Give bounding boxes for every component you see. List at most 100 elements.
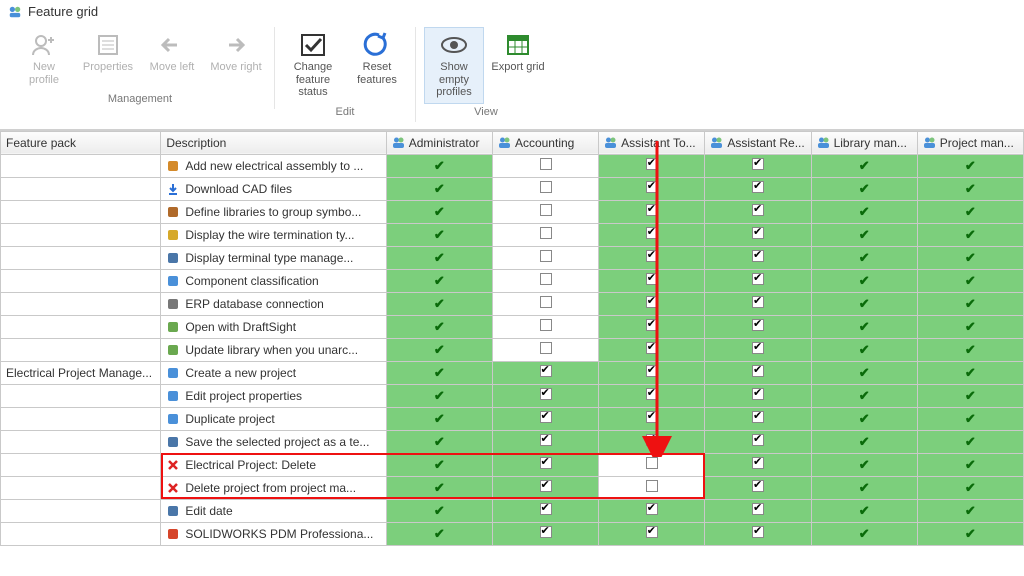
- column-header[interactable]: Project man...: [917, 131, 1023, 154]
- checkbox-checked[interactable]: [646, 411, 658, 423]
- permission-cell[interactable]: [705, 177, 811, 200]
- permission-cell[interactable]: [705, 453, 811, 476]
- permission-cell[interactable]: ✔: [386, 223, 492, 246]
- permission-cell[interactable]: [599, 177, 705, 200]
- permission-cell[interactable]: ✔: [386, 269, 492, 292]
- checkbox-checked[interactable]: [752, 250, 764, 262]
- permission-cell[interactable]: ✔: [386, 430, 492, 453]
- permission-cell[interactable]: ✔: [811, 200, 917, 223]
- permission-cell[interactable]: [599, 246, 705, 269]
- permission-cell[interactable]: [599, 522, 705, 545]
- column-header[interactable]: Administrator: [386, 131, 492, 154]
- checkbox-checked[interactable]: [752, 296, 764, 308]
- checkbox-checked[interactable]: [752, 457, 764, 469]
- checkbox-checked[interactable]: [752, 503, 764, 515]
- checkbox-checked[interactable]: [752, 342, 764, 354]
- checkbox-checked[interactable]: [540, 480, 552, 492]
- permission-cell[interactable]: [705, 315, 811, 338]
- permission-cell[interactable]: [705, 384, 811, 407]
- checkbox-checked[interactable]: [646, 181, 658, 193]
- permission-cell[interactable]: [599, 453, 705, 476]
- permission-cell[interactable]: [599, 154, 705, 177]
- checkbox-unchecked[interactable]: [540, 158, 552, 170]
- permission-cell[interactable]: ✔: [811, 453, 917, 476]
- permission-cell[interactable]: [599, 476, 705, 499]
- checkbox-checked[interactable]: [752, 365, 764, 377]
- permission-cell[interactable]: [492, 338, 598, 361]
- permission-cell[interactable]: ✔: [811, 407, 917, 430]
- column-header[interactable]: Assistant Re...: [705, 131, 811, 154]
- permission-cell[interactable]: [599, 430, 705, 453]
- permission-cell[interactable]: ✔: [811, 177, 917, 200]
- table-row[interactable]: SOLIDWORKS PDM Professiona...✔✔✔: [1, 522, 1024, 545]
- checkbox-checked[interactable]: [752, 319, 764, 331]
- permission-cell[interactable]: ✔: [917, 200, 1023, 223]
- permission-cell[interactable]: ✔: [811, 430, 917, 453]
- permission-cell[interactable]: [705, 200, 811, 223]
- checkbox-checked[interactable]: [752, 388, 764, 400]
- permission-cell[interactable]: [599, 269, 705, 292]
- checkbox-unchecked[interactable]: [540, 250, 552, 262]
- checkbox-checked[interactable]: [752, 480, 764, 492]
- checkbox-checked[interactable]: [646, 503, 658, 515]
- table-row[interactable]: Open with DraftSight✔✔✔: [1, 315, 1024, 338]
- permission-cell[interactable]: ✔: [386, 453, 492, 476]
- table-row[interactable]: Display the wire termination ty...✔✔✔: [1, 223, 1024, 246]
- permission-cell[interactable]: ✔: [811, 223, 917, 246]
- permission-cell[interactable]: ✔: [386, 407, 492, 430]
- permission-cell[interactable]: [492, 407, 598, 430]
- permission-cell[interactable]: [492, 223, 598, 246]
- checkbox-checked[interactable]: [752, 526, 764, 538]
- show-empty-profiles-button[interactable]: Show empty profiles: [424, 27, 484, 104]
- permission-cell[interactable]: [492, 499, 598, 522]
- permission-cell[interactable]: [492, 154, 598, 177]
- checkbox-checked[interactable]: [540, 526, 552, 538]
- permission-cell[interactable]: [599, 361, 705, 384]
- permission-cell[interactable]: ✔: [386, 200, 492, 223]
- permission-cell[interactable]: [492, 430, 598, 453]
- permission-cell[interactable]: [705, 154, 811, 177]
- permission-cell[interactable]: [599, 292, 705, 315]
- permission-cell[interactable]: [705, 499, 811, 522]
- checkbox-checked[interactable]: [646, 526, 658, 538]
- checkbox-checked[interactable]: [646, 342, 658, 354]
- column-header[interactable]: Feature pack: [1, 131, 161, 154]
- permission-cell[interactable]: [492, 384, 598, 407]
- permission-cell[interactable]: ✔: [917, 269, 1023, 292]
- checkbox-checked[interactable]: [646, 158, 658, 170]
- checkbox-checked[interactable]: [752, 181, 764, 193]
- checkbox-checked[interactable]: [646, 250, 658, 262]
- permission-cell[interactable]: ✔: [386, 315, 492, 338]
- permission-cell[interactable]: [705, 223, 811, 246]
- permission-cell[interactable]: [492, 177, 598, 200]
- table-row[interactable]: Edit date✔✔✔: [1, 499, 1024, 522]
- permission-cell[interactable]: ✔: [917, 338, 1023, 361]
- table-row[interactable]: ERP database connection✔✔✔: [1, 292, 1024, 315]
- permission-cell[interactable]: [492, 246, 598, 269]
- table-row[interactable]: Component classification✔✔✔: [1, 269, 1024, 292]
- column-header[interactable]: Library man...: [811, 131, 917, 154]
- checkbox-unchecked[interactable]: [540, 204, 552, 216]
- permission-cell[interactable]: ✔: [811, 315, 917, 338]
- permission-cell[interactable]: ✔: [917, 407, 1023, 430]
- permission-cell[interactable]: [599, 200, 705, 223]
- checkbox-checked[interactable]: [646, 365, 658, 377]
- checkbox-unchecked[interactable]: [540, 296, 552, 308]
- permission-cell[interactable]: [492, 453, 598, 476]
- permission-cell[interactable]: [492, 269, 598, 292]
- permission-cell[interactable]: ✔: [811, 384, 917, 407]
- permission-cell[interactable]: [492, 315, 598, 338]
- permission-cell[interactable]: ✔: [811, 246, 917, 269]
- checkbox-unchecked[interactable]: [540, 273, 552, 285]
- permission-cell[interactable]: ✔: [917, 384, 1023, 407]
- checkbox-unchecked[interactable]: [540, 227, 552, 239]
- change-feature-status-button[interactable]: Change feature status: [283, 27, 343, 104]
- permission-cell[interactable]: ✔: [386, 338, 492, 361]
- checkbox-checked[interactable]: [540, 365, 552, 377]
- checkbox-unchecked[interactable]: [540, 342, 552, 354]
- checkbox-checked[interactable]: [540, 434, 552, 446]
- checkbox-checked[interactable]: [646, 204, 658, 216]
- permission-cell[interactable]: ✔: [917, 476, 1023, 499]
- table-row[interactable]: Electrical Project: Delete✔✔✔: [1, 453, 1024, 476]
- permission-cell[interactable]: ✔: [917, 522, 1023, 545]
